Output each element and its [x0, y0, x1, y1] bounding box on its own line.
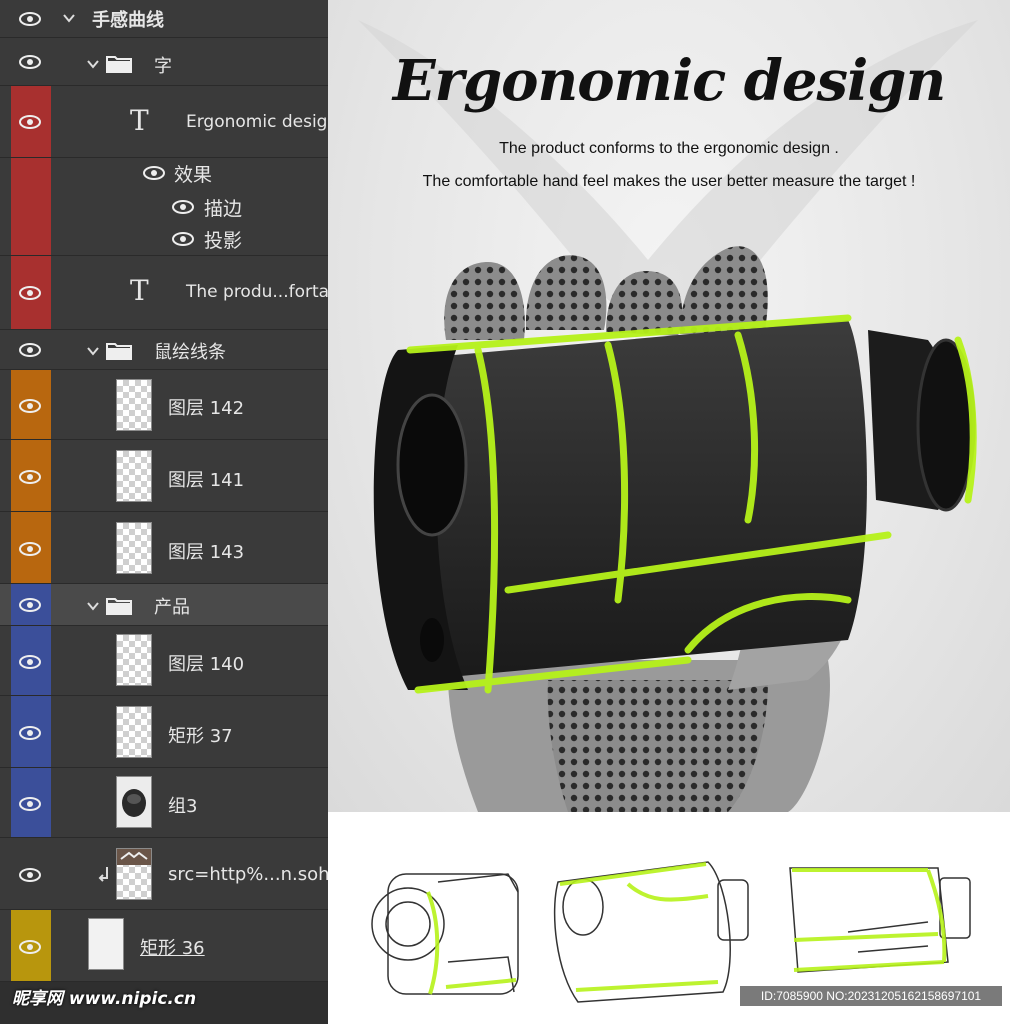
eye-icon[interactable] [19, 343, 41, 357]
image-id-tag: ID:7085900 NO:20231205162158697101 [740, 986, 1002, 1006]
layer-name: 矩形 37 [168, 726, 233, 747]
effects-label: 效果 [174, 164, 213, 186]
chevron-down-icon[interactable] [86, 598, 100, 612]
layer-thumbnail [116, 450, 152, 502]
eye-icon[interactable] [19, 399, 41, 413]
layer-thumbnail [116, 522, 152, 574]
eye-icon[interactable] [172, 200, 194, 214]
site-watermark: 昵享网 www.nipic.cn [12, 989, 197, 1009]
layer-name: 产品 [154, 597, 190, 618]
layer-name: 图层 140 [168, 654, 245, 675]
layer-row-140[interactable]: 图层 140 [0, 626, 328, 696]
layer-name: src=http%...n.soh [168, 864, 328, 885]
effect-stroke-label: 描边 [204, 198, 243, 220]
text-layer-icon: T [130, 274, 149, 307]
layer-row-group-product[interactable]: 产品 [0, 584, 328, 626]
layer-row-group-text[interactable]: 字 [0, 38, 328, 86]
layer-thumbnail [116, 706, 152, 758]
chevron-down-icon[interactable] [86, 56, 100, 70]
layer-row-group-lines[interactable]: 鼠绘线条 [0, 330, 328, 370]
layer-row-group-handfeel[interactable]: 手感曲线 [0, 0, 328, 38]
layer-row-143[interactable]: 图层 143 [0, 512, 328, 584]
effect-shadow-label: 投影 [204, 230, 243, 252]
layer-thumbnail [116, 379, 152, 431]
eye-icon[interactable] [143, 166, 165, 180]
eye-icon[interactable] [19, 598, 41, 612]
eye-icon[interactable] [19, 655, 41, 669]
layer-row-group3[interactable]: 组3 [0, 768, 328, 838]
layer-row-text-title[interactable]: T Ergonomic desig [0, 86, 328, 158]
layer-thumbnail [116, 848, 152, 900]
rangefinder-in-hand-illustration [373, 246, 977, 812]
color-swatch [11, 158, 51, 255]
eye-icon[interactable] [19, 115, 41, 129]
chevron-down-icon[interactable] [62, 10, 76, 24]
layer-name: 字 [154, 56, 172, 77]
layer-row-rect-37[interactable]: 矩形 37 [0, 696, 328, 768]
layer-row-rect-36[interactable]: 矩形 36 [0, 910, 328, 982]
layer-thumbnail [116, 776, 152, 828]
layer-thumbnail [116, 634, 152, 686]
eye-icon[interactable] [19, 55, 41, 69]
layer-thumbnail [88, 918, 124, 970]
layer-name: 矩形 36 [140, 938, 205, 959]
product-canvas: Ergonomic design The product conforms to… [328, 0, 1010, 812]
eye-icon[interactable] [19, 12, 41, 26]
layer-row-effects[interactable]: 效果 描边 投影 [0, 158, 328, 256]
layer-name: Ergonomic desig [186, 112, 328, 132]
layers-panel: 手感曲线 字 T Ergonomic desig 效果 描边 投影 T The … [0, 0, 328, 1024]
folder-icon [106, 53, 132, 73]
layer-row-src[interactable]: src=http%...n.soh [0, 838, 328, 910]
layer-name: 图层 142 [168, 398, 245, 419]
layer-row-142[interactable]: 图层 142 [0, 370, 328, 440]
layer-name: 图层 141 [168, 470, 245, 491]
eye-icon[interactable] [19, 470, 41, 484]
layer-row-141[interactable]: 图层 141 [0, 440, 328, 512]
eye-icon[interactable] [19, 286, 41, 300]
layer-row-text-body[interactable]: T The produ...forta [0, 256, 328, 330]
eye-icon[interactable] [19, 868, 41, 882]
text-layer-icon: T [130, 104, 149, 137]
eye-icon[interactable] [19, 726, 41, 740]
layer-name: 手感曲线 [92, 10, 164, 31]
eye-icon[interactable] [172, 232, 194, 246]
chevron-down-icon[interactable] [86, 343, 100, 357]
clip-arrow-icon [98, 866, 110, 886]
eye-icon[interactable] [19, 940, 41, 954]
layer-name: 鼠绘线条 [154, 342, 226, 363]
layer-name: The produ...forta [186, 282, 328, 302]
layer-name: 图层 143 [168, 542, 245, 563]
folder-icon [106, 595, 132, 615]
eye-icon[interactable] [19, 797, 41, 811]
layer-name: 组3 [168, 796, 198, 817]
folder-icon [106, 340, 132, 360]
eye-icon[interactable] [19, 542, 41, 556]
